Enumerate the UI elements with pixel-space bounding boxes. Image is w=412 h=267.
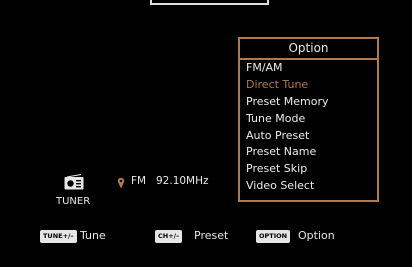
tune-hint-label: Tune	[80, 229, 106, 242]
menu-item-preset-skip[interactable]: Preset Skip	[240, 161, 377, 178]
menu-item-preset-name[interactable]: Preset Name	[240, 144, 377, 161]
menu-item-fm-am[interactable]: FM/AM	[240, 60, 377, 77]
antenna-pin-icon	[117, 174, 125, 189]
menu-item-tune-mode[interactable]: Tune Mode	[240, 111, 377, 128]
menu-item-direct-tune[interactable]: Direct Tune	[240, 77, 377, 94]
option-menu-title: Option	[240, 39, 377, 60]
option-menu-list: FM/AM Direct Tune Preset Memory Tune Mod…	[240, 60, 377, 195]
menu-item-auto-preset[interactable]: Auto Preset	[240, 128, 377, 145]
tune-key-icon: TUNE+/–	[40, 230, 77, 243]
frequency-label: 92.10MHz	[156, 175, 209, 187]
source-label: TUNER	[56, 196, 91, 207]
radio-icon	[64, 174, 84, 190]
preset-hint-label: Preset	[194, 229, 229, 242]
option-menu: Option FM/AM Direct Tune Preset Memory T…	[238, 37, 379, 202]
option-hint-label: Option	[298, 229, 335, 242]
menu-item-preset-memory[interactable]: Preset Memory	[240, 94, 377, 111]
option-key-icon: OPTION	[256, 230, 291, 243]
menu-item-video-select[interactable]: Video Select	[240, 178, 377, 195]
band-label: FM	[131, 175, 147, 187]
top-bracket-decoration	[150, 0, 269, 5]
channel-key-icon: CH+/–	[155, 230, 183, 243]
